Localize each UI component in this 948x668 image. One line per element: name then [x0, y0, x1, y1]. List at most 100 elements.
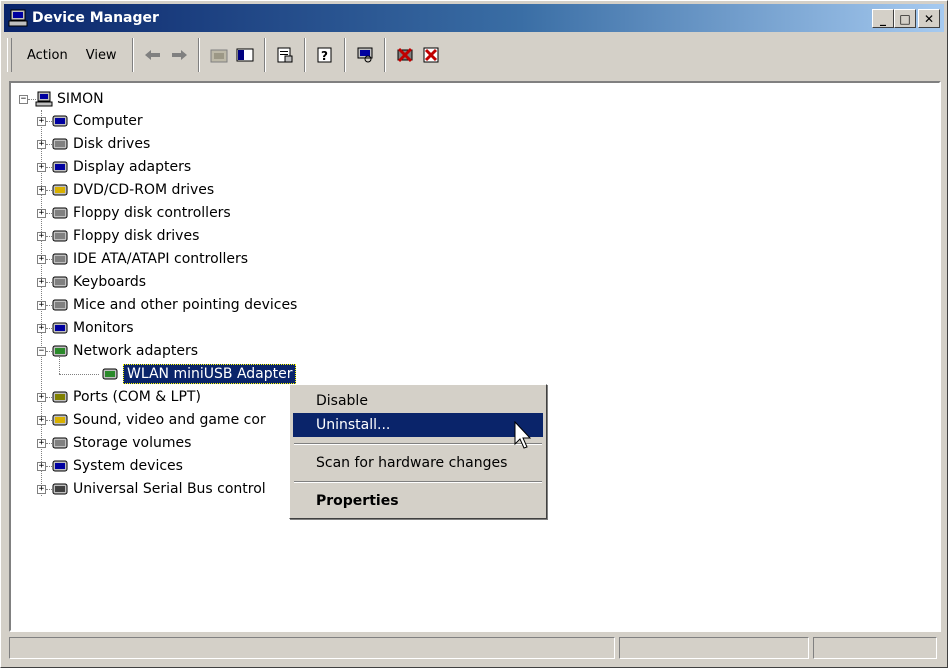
tree-node-display-adapters[interactable]: Display adapters — [51, 156, 191, 178]
expand-toggle[interactable]: + — [37, 278, 46, 287]
expand-toggle[interactable]: + — [37, 324, 46, 333]
tree-node-computer[interactable]: Computer — [51, 110, 143, 132]
display-adapter-icon — [52, 161, 68, 173]
svg-text:?: ? — [321, 49, 328, 63]
tree-node-usb-controllers[interactable]: Universal Serial Bus control — [51, 478, 266, 500]
expand-toggle[interactable]: + — [37, 232, 46, 241]
toolbar-separator — [263, 38, 266, 72]
device-manager-window: Device Manager _ □ ✕ Action View ? − SIM… — [0, 0, 948, 668]
window-title: Device Manager — [32, 10, 159, 26]
tree-node-ports[interactable]: Ports (COM & LPT) — [51, 386, 201, 408]
show-hide-tree-icon[interactable] — [232, 42, 258, 68]
context-menu-disable[interactable]: Disable — [293, 389, 543, 413]
storage-volume-icon — [52, 437, 68, 449]
collapse-toggle[interactable]: − — [19, 95, 28, 104]
context-menu-separator — [294, 481, 542, 483]
expand-toggle[interactable]: + — [37, 416, 46, 425]
expand-toggle[interactable]: + — [37, 485, 46, 494]
context-menu-properties[interactable]: Properties — [293, 489, 543, 513]
disable-device-icon[interactable] — [418, 42, 444, 68]
tree-node-ide-ata-atapi-controllers[interactable]: IDE ATA/ATAPI controllers — [51, 248, 248, 270]
network-adapter-icon — [52, 345, 68, 357]
tree-node-label: Keyboards — [73, 274, 147, 290]
tree-node-label: Floppy disk controllers — [73, 205, 231, 221]
tree-node-sound-video-game[interactable]: Sound, video and game cor — [51, 409, 266, 431]
expand-toggle[interactable]: + — [37, 255, 46, 264]
collapse-toggle[interactable]: − — [37, 347, 46, 356]
menu-view[interactable]: View — [77, 44, 126, 67]
expand-toggle[interactable]: + — [37, 439, 46, 448]
tree-node-label: Disk drives — [73, 136, 151, 152]
tree-node-label: Sound, video and game cor — [73, 412, 266, 428]
uninstall-device-icon[interactable] — [392, 42, 418, 68]
toolbar-grip[interactable] — [7, 38, 12, 72]
port-icon — [52, 391, 68, 403]
tree-node-storage-volumes[interactable]: Storage volumes — [51, 432, 191, 454]
ide-controller-icon — [52, 253, 68, 265]
tree-node-label: WLAN miniUSB Adapter — [123, 364, 297, 384]
properties-icon[interactable] — [272, 42, 298, 68]
tree-node-network-adapters[interactable]: Network adapters — [51, 340, 198, 362]
menu-action[interactable]: Action — [18, 44, 77, 67]
tree-node-label: System devices — [73, 458, 183, 474]
scan-hardware-icon[interactable] — [352, 42, 378, 68]
computer-icon — [52, 115, 68, 127]
back-arrow-icon[interactable] — [140, 42, 166, 68]
context-menu-scan[interactable]: Scan for hardware changes — [293, 451, 543, 475]
up-folder-icon[interactable] — [206, 42, 232, 68]
tree-node-wlan-adapter[interactable]: WLAN miniUSB Adapter — [101, 363, 297, 385]
mouse-cursor-icon — [514, 421, 532, 449]
tree-node-label: Computer — [73, 113, 143, 129]
tree-node-monitors[interactable]: Monitors — [51, 317, 134, 339]
toolbar-separator — [131, 38, 134, 72]
keyboard-icon — [52, 276, 68, 288]
expand-toggle[interactable]: + — [37, 186, 46, 195]
tree-node-label: IDE ATA/ATAPI controllers — [73, 251, 249, 267]
sound-icon — [52, 414, 68, 426]
toolbar-separator — [303, 38, 306, 72]
context-menu-separator — [294, 443, 542, 445]
status-panel-main — [9, 637, 615, 659]
tree-node-label: Mice and other pointing devices — [73, 297, 298, 313]
expand-toggle[interactable]: + — [37, 140, 46, 149]
tree-node-label: Network adapters — [73, 343, 198, 359]
close-button[interactable]: ✕ — [918, 9, 940, 28]
tree-node-system-devices[interactable]: System devices — [51, 455, 183, 477]
context-menu-uninstall[interactable]: Uninstall... — [293, 413, 543, 437]
tree-node-floppy-disk-controllers[interactable]: Floppy disk controllers — [51, 202, 231, 224]
monitor-icon — [52, 322, 68, 334]
tree-node-label: Display adapters — [73, 159, 192, 175]
tree-line — [59, 357, 60, 374]
status-panel-right — [813, 637, 937, 659]
system-device-icon — [52, 460, 68, 472]
context-menu: Disable Uninstall... Scan for hardware c… — [289, 384, 547, 519]
expand-toggle[interactable]: + — [37, 117, 46, 126]
tree-node-dvd-cd-rom-drives[interactable]: DVD/CD-ROM drives — [51, 179, 214, 201]
expand-toggle[interactable]: + — [37, 209, 46, 218]
tree-node-root[interactable]: SIMON — [35, 88, 104, 110]
floppy-controller-icon — [52, 207, 68, 219]
help-icon[interactable]: ? — [312, 42, 338, 68]
expand-toggle[interactable]: + — [37, 163, 46, 172]
minimize-button[interactable]: _ — [872, 9, 894, 28]
title-bar[interactable]: Device Manager _ □ ✕ — [4, 4, 944, 32]
tree-node-label: DVD/CD-ROM drives — [73, 182, 215, 198]
tree-node-label: Monitors — [73, 320, 134, 336]
tree-node-keyboards[interactable]: Keyboards — [51, 271, 146, 293]
tree-node-label: Storage volumes — [73, 435, 192, 451]
expand-toggle[interactable]: + — [37, 301, 46, 310]
expand-toggle[interactable]: + — [37, 462, 46, 471]
maximize-button[interactable]: □ — [894, 9, 916, 28]
computer-icon — [8, 9, 28, 27]
toolbar-separator — [343, 38, 346, 72]
tree-node-label: Ports (COM & LPT) — [73, 389, 201, 405]
tree-node-label: SIMON — [57, 91, 104, 107]
status-bar — [9, 637, 941, 661]
tree-node-floppy-disk-drives[interactable]: Floppy disk drives — [51, 225, 199, 247]
expand-toggle[interactable]: + — [37, 393, 46, 402]
device-tree-panel[interactable]: − SIMON + Computer + Disk drives + Display ad… — [9, 81, 941, 632]
forward-arrow-icon[interactable] — [166, 42, 192, 68]
status-panel-middle — [619, 637, 809, 659]
tree-node-mice[interactable]: Mice and other pointing devices — [51, 294, 297, 316]
tree-node-disk-drives[interactable]: Disk drives — [51, 133, 150, 155]
